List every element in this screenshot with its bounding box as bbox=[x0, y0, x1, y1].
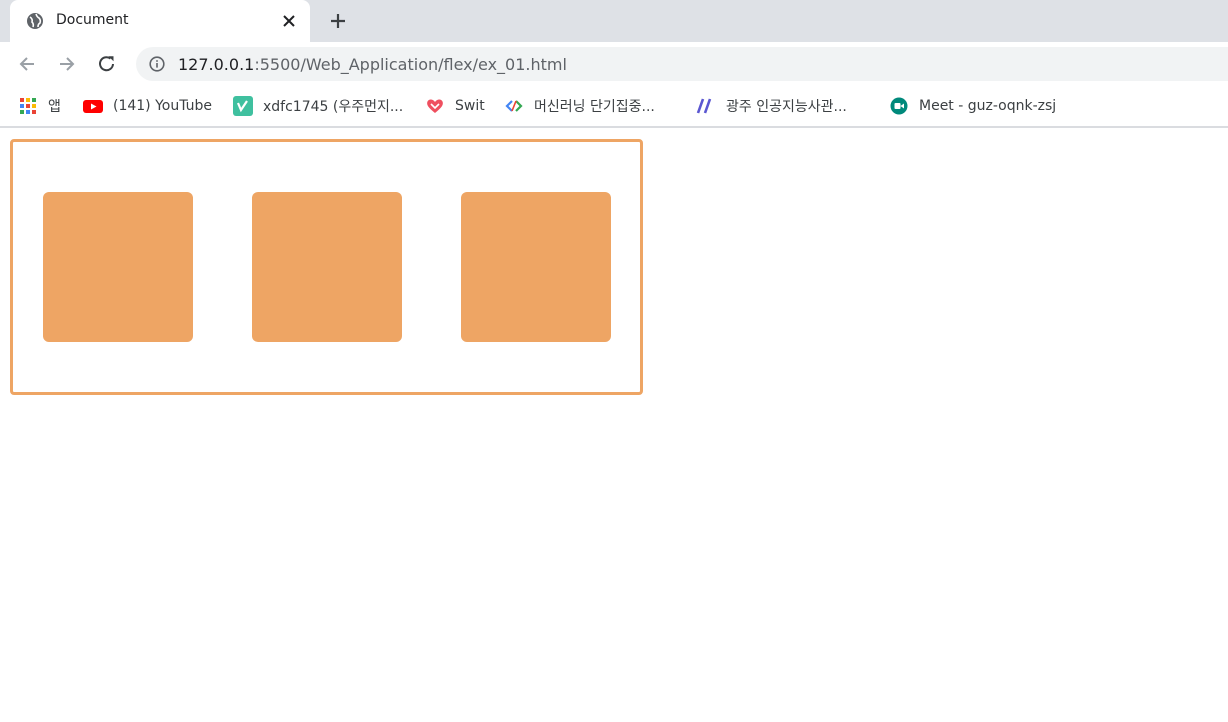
plus-icon[interactable] bbox=[328, 11, 348, 31]
forward-arrow-icon[interactable] bbox=[56, 53, 78, 75]
tab-document[interactable]: Document bbox=[10, 0, 310, 42]
bookmark-gwangju-ai[interactable]: 광주 인공지능사관... bbox=[696, 94, 847, 118]
bookmark-youtube[interactable]: (141) YouTube bbox=[83, 94, 212, 118]
tab-title: Document bbox=[56, 12, 129, 28]
bookmark-label: 광주 인공지능사관... bbox=[726, 99, 847, 115]
google-meet-icon bbox=[890, 97, 908, 115]
close-icon[interactable] bbox=[280, 12, 298, 30]
bookmark-label: 머신러닝 단기집중... bbox=[534, 99, 655, 115]
flex-item bbox=[42, 192, 193, 342]
flex-item bbox=[460, 192, 611, 342]
url-text[interactable]: 127.0.0.1:5500/Web_Application/flex/ex_0… bbox=[178, 55, 567, 74]
bookmark-ml-crash-course[interactable]: 머신러닝 단기집중... bbox=[504, 94, 655, 118]
slash-logo-icon bbox=[696, 98, 712, 114]
globe-icon bbox=[27, 13, 43, 29]
url-host: 127.0.0.1 bbox=[178, 55, 255, 74]
address-bar[interactable]: 127.0.0.1:5500/Web_Application/flex/ex_0… bbox=[136, 47, 1228, 81]
flex-item bbox=[251, 192, 402, 342]
bookmark-label: Meet - guz-oqnk-zsj bbox=[919, 98, 1057, 114]
swit-heart-icon bbox=[427, 99, 443, 113]
vimeo-icon bbox=[233, 96, 253, 116]
back-arrow-icon[interactable] bbox=[16, 53, 38, 75]
bookmark-vimeo[interactable]: xdfc1745 (우주먼지... bbox=[233, 94, 403, 118]
code-brackets-icon bbox=[505, 100, 523, 112]
flex-container bbox=[10, 139, 643, 395]
youtube-icon bbox=[83, 100, 103, 113]
info-icon[interactable] bbox=[149, 56, 165, 72]
browser-toolbar: 127.0.0.1:5500/Web_Application/flex/ex_0… bbox=[0, 42, 1228, 86]
bookmark-label: xdfc1745 (우주먼지... bbox=[263, 99, 404, 115]
bookmark-meet[interactable]: Meet - guz-oqnk-zsj bbox=[889, 94, 1056, 118]
apps-grid-icon bbox=[20, 98, 36, 114]
url-path: :5500/Web_Application/flex/ex_01.html bbox=[254, 55, 567, 74]
bookmark-apps[interactable]: 앱 bbox=[18, 94, 61, 118]
bookmark-label: 앱 bbox=[48, 99, 61, 115]
reload-icon[interactable] bbox=[96, 53, 118, 75]
page-viewport bbox=[0, 128, 1228, 722]
bookmark-swit[interactable]: Swit bbox=[425, 94, 485, 118]
tab-strip: Document bbox=[0, 0, 1228, 42]
bookmark-label: (141) YouTube bbox=[113, 98, 213, 114]
bookmark-label: Swit bbox=[455, 98, 485, 114]
bookmarks-bar: 앱 (141) YouTube xdfc1745 (우주먼지... Swit 머… bbox=[0, 86, 1228, 128]
